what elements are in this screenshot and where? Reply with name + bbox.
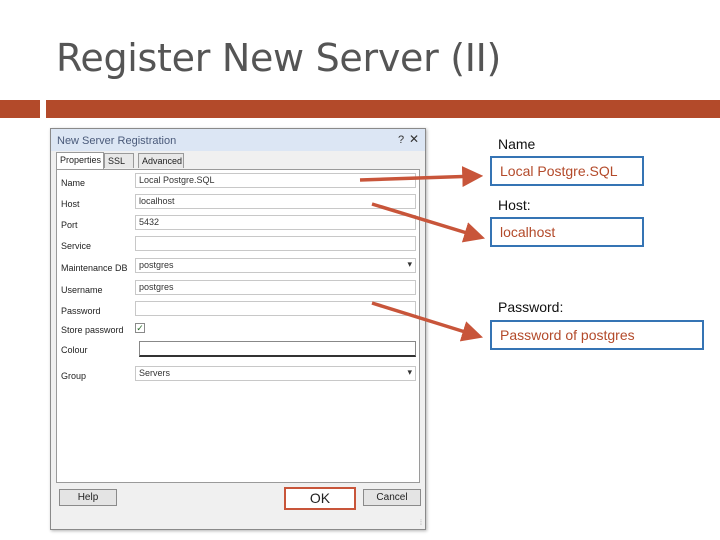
callout-arrows (359, 166, 486, 342)
arrow-to-password (371, 301, 484, 342)
arrow-to-name (359, 166, 484, 188)
arrow-to-host (371, 202, 486, 243)
